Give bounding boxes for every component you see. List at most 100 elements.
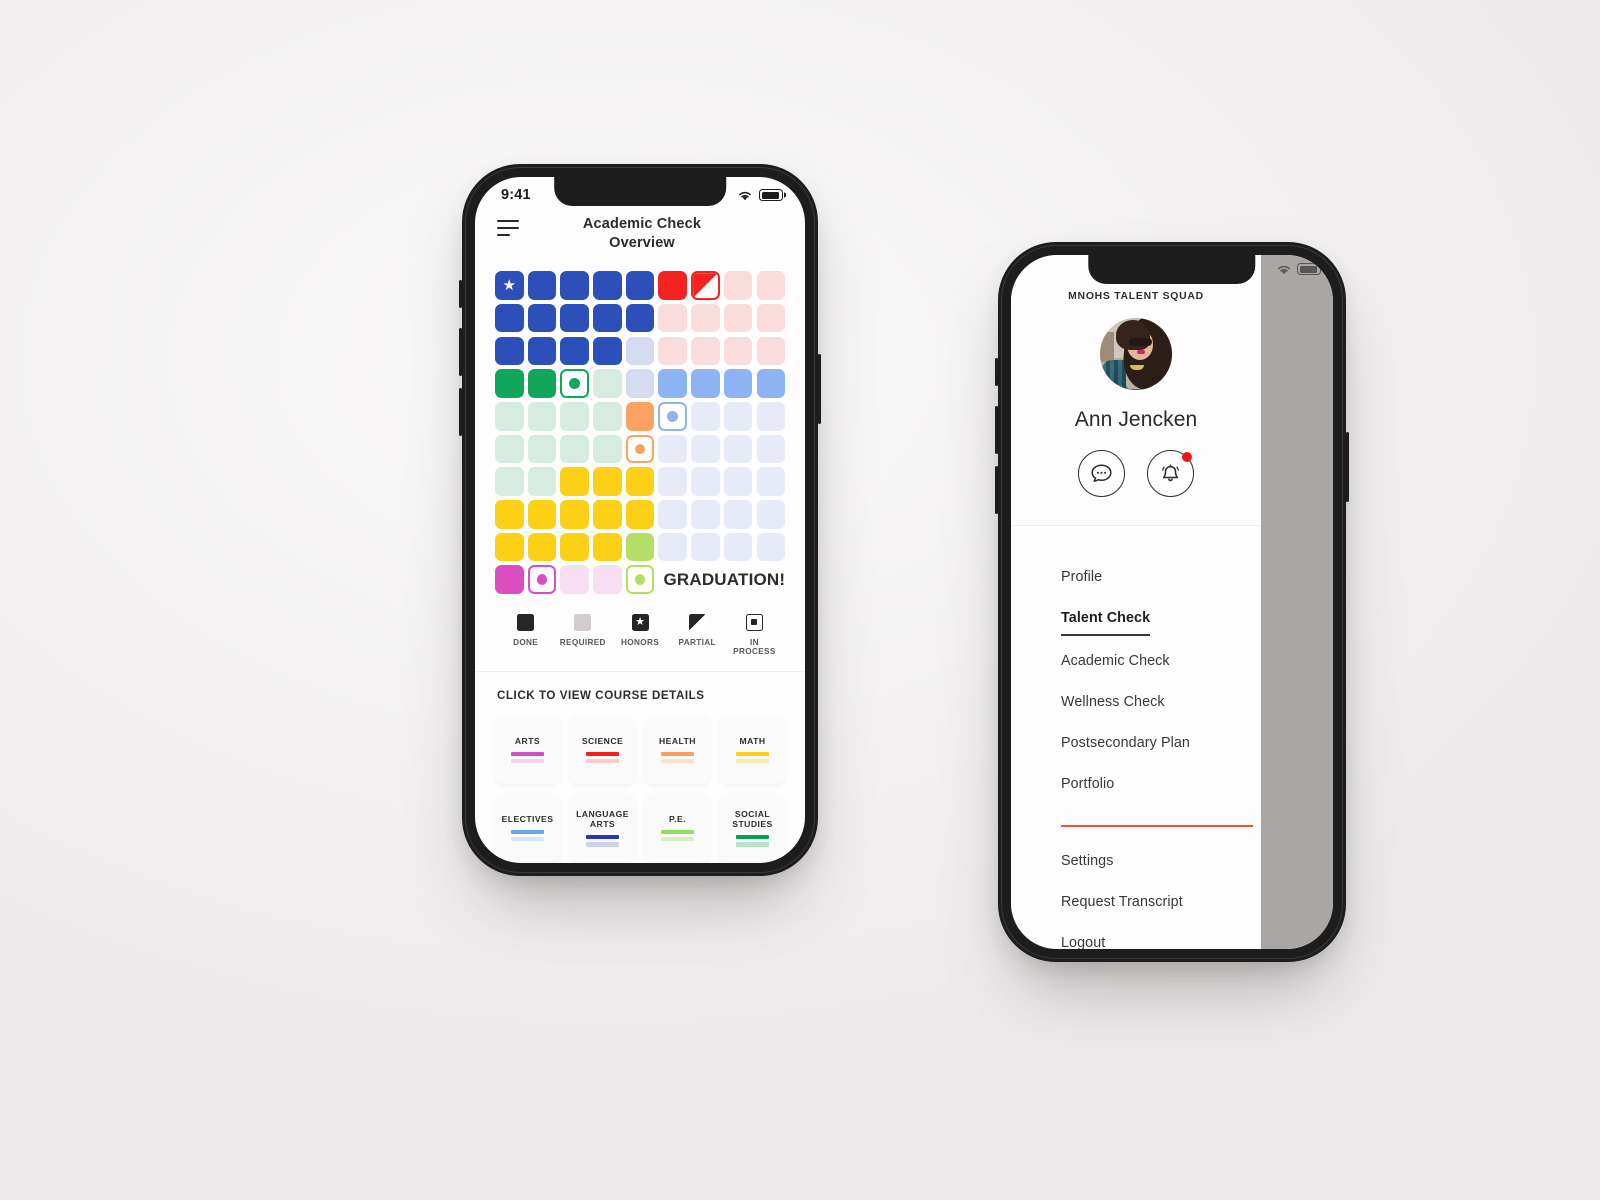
grid-cell-r1-c5[interactable] — [625, 271, 655, 300]
bell-icon[interactable] — [1147, 450, 1194, 497]
menu-item-request-transcript[interactable]: Request Transcript — [1061, 882, 1183, 923]
course-card-math[interactable]: MATH — [720, 715, 785, 784]
silent-switch[interactable] — [995, 358, 998, 386]
grid-cell-r4-c5[interactable] — [625, 369, 655, 398]
grid-cell-r5-c7[interactable] — [691, 402, 720, 431]
grid-cell-r7-c3[interactable] — [560, 467, 589, 496]
grid-cell-r3-c7[interactable] — [691, 336, 720, 366]
grid-cell-r1-c7[interactable] — [691, 271, 720, 300]
menu-item-portfolio[interactable]: Portfolio — [1061, 764, 1114, 805]
grid-cell-r5-c4[interactable] — [593, 402, 622, 431]
grid-cell-r1-c8[interactable] — [723, 271, 753, 300]
grid-cell-r9-c3[interactable] — [560, 532, 589, 562]
grid-cell-r10-c4[interactable] — [593, 565, 622, 594]
grid-cell-r1-c3[interactable] — [560, 271, 589, 300]
grid-cell-r6-c7[interactable] — [691, 434, 720, 464]
grid-cell-r3-c8[interactable] — [723, 336, 753, 366]
power-button[interactable] — [818, 354, 821, 424]
grid-cell-r9-c9[interactable] — [756, 532, 785, 562]
grid-cell-r9-c8[interactable] — [723, 532, 753, 562]
grid-cell-r6-c5[interactable] — [625, 434, 655, 464]
grid-cell-r4-c4[interactable] — [593, 369, 622, 398]
grid-cell-r5-c2[interactable] — [527, 402, 557, 431]
grid-cell-r4-c9[interactable] — [756, 369, 785, 398]
grid-cell-r7-c4[interactable] — [593, 467, 622, 496]
grid-cell-r3-c9[interactable] — [756, 336, 785, 366]
grid-cell-r7-c6[interactable] — [658, 467, 687, 496]
grid-cell-r10-c3[interactable] — [560, 565, 589, 594]
grid-cell-r5-c1[interactable] — [495, 402, 524, 431]
drawer-scrim[interactable] — [1261, 255, 1333, 949]
menu-item-postsecondary-plan[interactable]: Postsecondary Plan — [1061, 723, 1190, 764]
grid-cell-r2-c3[interactable] — [560, 303, 589, 333]
grid-cell-r8-c6[interactable] — [658, 500, 687, 529]
course-card-arts[interactable]: ARTS — [495, 715, 560, 784]
grid-cell-r6-c3[interactable] — [560, 434, 589, 464]
grid-cell-r8-c7[interactable] — [691, 500, 720, 529]
course-card-grid[interactable]: ARTS SCIENCE HEALTH MATH ELECTIVES LANGUAGE A… — [475, 706, 805, 862]
grid-cell-r2-c4[interactable] — [593, 303, 622, 333]
grid-cell-r10-c2[interactable] — [527, 565, 557, 594]
course-card-electives[interactable]: ELECTIVES — [495, 793, 560, 862]
grid-cell-r5-c5[interactable] — [625, 402, 655, 431]
grid-cell-r7-c1[interactable] — [495, 467, 524, 496]
grid-cell-r3-c1[interactable] — [495, 336, 524, 366]
volume-down-button[interactable] — [995, 466, 998, 514]
grid-cell-r6-c1[interactable] — [495, 434, 524, 464]
grid-cell-r7-c7[interactable] — [691, 467, 720, 496]
volume-down-button[interactable] — [459, 388, 462, 436]
grid-cell-r3-c6[interactable] — [658, 336, 687, 366]
grid-cell-r5-c6[interactable] — [658, 402, 687, 431]
grid-cell-r3-c5[interactable] — [625, 336, 655, 366]
grid-cell-r2-c5[interactable] — [625, 303, 655, 333]
grid-cell-r7-c8[interactable] — [723, 467, 753, 496]
grid-cell-r4-c1[interactable] — [495, 369, 524, 398]
menu-item-talent-check[interactable]: Talent Check — [1061, 597, 1151, 636]
grid-cell-r1-c1[interactable]: ★ — [495, 271, 524, 300]
grid-cell-r7-c9[interactable] — [756, 467, 785, 496]
grid-cell-r9-c7[interactable] — [691, 532, 720, 562]
chat-bubble-icon[interactable] — [1078, 450, 1125, 497]
grid-cell-r6-c4[interactable] — [593, 434, 622, 464]
grid-cell-r2-c8[interactable] — [723, 303, 753, 333]
grid-cell-r8-c9[interactable] — [756, 500, 785, 529]
grid-cell-r9-c1[interactable] — [495, 532, 524, 562]
course-card-health[interactable]: HEALTH — [645, 715, 710, 784]
grid-cell-r6-c2[interactable] — [527, 434, 557, 464]
silent-switch[interactable] — [459, 280, 462, 308]
avatar[interactable] — [1100, 318, 1172, 390]
grid-cell-r5-c9[interactable] — [756, 402, 785, 431]
grid-cell-r8-c1[interactable] — [495, 500, 524, 529]
grid-cell-r9-c2[interactable] — [527, 532, 557, 562]
grid-cell-r7-c5[interactable] — [625, 467, 655, 496]
grid-cell-r3-c2[interactable] — [527, 336, 557, 366]
grid-cell-r4-c8[interactable] — [723, 369, 753, 398]
grid-cell-r9-c5[interactable] — [625, 532, 655, 562]
progress-grid[interactable]: ★ GRADUATION! — [495, 271, 785, 594]
grid-cell-r10-c5[interactable] — [625, 565, 655, 594]
grid-cell-r4-c3[interactable] — [560, 369, 589, 398]
grid-cell-r8-c2[interactable] — [527, 500, 557, 529]
grid-cell-r7-c2[interactable] — [527, 467, 557, 496]
grid-cell-r4-c7[interactable] — [691, 369, 720, 398]
grid-cell-r3-c4[interactable] — [593, 336, 622, 366]
grid-cell-r1-c6[interactable] — [658, 271, 687, 300]
grid-cell-r4-c2[interactable] — [527, 369, 557, 398]
grid-cell-r8-c5[interactable] — [625, 500, 655, 529]
grid-cell-r2-c7[interactable] — [691, 303, 720, 333]
menu-item-logout[interactable]: Logout — [1061, 923, 1105, 949]
grid-cell-r5-c3[interactable] — [560, 402, 589, 431]
course-card-p-e[interactable]: P.E. — [645, 793, 710, 862]
grid-cell-r3-c3[interactable] — [560, 336, 589, 366]
grid-cell-r1-c4[interactable] — [593, 271, 622, 300]
menu-item-profile[interactable]: Profile — [1061, 556, 1102, 597]
grid-cell-r2-c1[interactable] — [495, 303, 524, 333]
grid-cell-r9-c6[interactable] — [658, 532, 687, 562]
course-card-social-studies[interactable]: SOCIAL STUDIES — [720, 793, 785, 862]
grid-cell-r2-c6[interactable] — [658, 303, 687, 333]
volume-up-button[interactable] — [995, 406, 998, 454]
grid-cell-r6-c8[interactable] — [723, 434, 753, 464]
grid-cell-r8-c3[interactable] — [560, 500, 589, 529]
grid-cell-r2-c2[interactable] — [527, 303, 557, 333]
grid-cell-r6-c6[interactable] — [658, 434, 687, 464]
